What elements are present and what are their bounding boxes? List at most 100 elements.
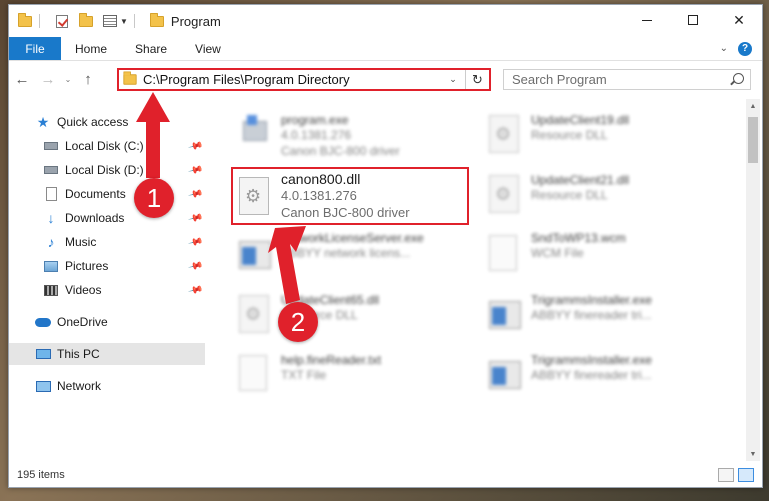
pin-icon[interactable]: 📌 bbox=[187, 234, 203, 250]
up-arrow-icon: ↑ bbox=[84, 70, 92, 88]
address-path: C:\Program Files\Program Directory bbox=[143, 72, 350, 87]
up-button[interactable]: ↑ bbox=[75, 67, 101, 91]
file-list: program.exe 4.0.1381.276 Canon BJC-800 d… bbox=[221, 99, 741, 461]
pictures-icon bbox=[43, 259, 59, 273]
navigation-pane: ★ Quick access Local Disk (C:) 📌 Local D… bbox=[9, 99, 205, 461]
address-bar[interactable]: C:\Program Files\Program Directory ⌄ ↻ bbox=[117, 68, 491, 91]
file-description: Resource DLL bbox=[531, 128, 608, 142]
sidebar-item-this-pc[interactable]: This PC bbox=[9, 343, 205, 365]
quick-access-dropdown-icon[interactable]: ▼ bbox=[120, 17, 128, 26]
generic-file-icon bbox=[489, 235, 521, 275]
file-name: TrigrammsInstaller.exe bbox=[531, 353, 652, 367]
details-view-icon[interactable] bbox=[718, 468, 734, 482]
exe-icon bbox=[489, 295, 521, 335]
sidebar-item-label: Quick access bbox=[57, 115, 129, 129]
dll-gear-icon bbox=[489, 115, 521, 155]
file-name: help.fineReader.txt bbox=[281, 353, 382, 367]
sidebar-item-downloads[interactable]: ↓ Downloads 📌 bbox=[9, 207, 205, 229]
pin-icon[interactable]: 📌 bbox=[187, 162, 203, 178]
sidebar-item-label: Local Disk (D:) bbox=[65, 163, 144, 177]
file-item[interactable]: SndToWP13.wcm WCM File bbox=[481, 227, 721, 281]
pin-icon[interactable]: 📌 bbox=[187, 138, 203, 154]
close-button[interactable]: ✕ bbox=[716, 5, 762, 35]
text-file-icon bbox=[239, 355, 271, 395]
divider bbox=[133, 14, 135, 28]
exe-icon bbox=[489, 355, 521, 395]
drive-icon bbox=[43, 139, 59, 153]
refresh-icon[interactable]: ↻ bbox=[465, 70, 489, 89]
sidebar-item-label: OneDrive bbox=[57, 315, 108, 329]
sidebar-item-local-disk-d[interactable]: Local Disk (D:) 📌 bbox=[9, 159, 205, 181]
forward-arrow-icon: → bbox=[40, 70, 56, 88]
sidebar-item-onedrive[interactable]: OneDrive bbox=[9, 311, 205, 333]
cloud-icon bbox=[35, 315, 51, 329]
vertical-scrollbar[interactable]: ▲ ▼ bbox=[746, 99, 760, 461]
sidebar-item-documents[interactable]: Documents 📌 bbox=[9, 183, 205, 205]
computer-icon bbox=[35, 347, 51, 361]
scroll-down-arrow-icon[interactable]: ▼ bbox=[746, 447, 760, 461]
window-controls: ✕ bbox=[624, 5, 762, 37]
tab-home[interactable]: Home bbox=[61, 37, 121, 60]
window-title: Program bbox=[170, 13, 221, 29]
tiles-view-icon[interactable] bbox=[738, 468, 754, 482]
forward-button[interactable]: → bbox=[35, 67, 61, 91]
search-box[interactable] bbox=[503, 69, 751, 90]
file-description: TXT File bbox=[281, 368, 327, 382]
file-name: SndToWP13.wcm bbox=[531, 231, 626, 245]
tab-share[interactable]: Share bbox=[121, 37, 181, 60]
search-icon[interactable] bbox=[733, 73, 744, 84]
file-version: 4.0.1381.276 bbox=[281, 128, 352, 142]
exe-icon bbox=[239, 235, 271, 275]
maximize-button[interactable] bbox=[670, 5, 716, 35]
maximize-icon bbox=[688, 15, 698, 25]
file-item[interactable]: help.fineReader.txt TXT File bbox=[231, 347, 471, 401]
file-name: TrigrammsInstaller.exe bbox=[531, 293, 652, 307]
sidebar-item-local-disk-c[interactable]: Local Disk (C:) 📌 bbox=[9, 135, 205, 157]
divider bbox=[39, 14, 40, 28]
title-bar: ▼ Program ✕ bbox=[9, 5, 762, 37]
file-name: NetworkLicenseServer.exe bbox=[281, 231, 424, 245]
highlight-frame bbox=[231, 167, 469, 225]
customize-icon[interactable] bbox=[102, 14, 118, 28]
tab-file[interactable]: File bbox=[9, 37, 61, 60]
address-folder-icon bbox=[123, 71, 137, 85]
dll-gear-icon bbox=[489, 175, 521, 215]
pin-icon[interactable]: 📌 bbox=[187, 282, 203, 298]
file-item[interactable]: UpdateClient65.dll Resource DLL bbox=[231, 287, 471, 341]
back-button[interactable]: ← bbox=[9, 67, 35, 91]
file-item[interactable]: TrigrammsInstaller.exe ABBYY finereader … bbox=[481, 347, 721, 401]
pin-icon[interactable]: 📌 bbox=[187, 210, 203, 226]
new-folder-icon[interactable] bbox=[78, 12, 94, 28]
scroll-up-arrow-icon[interactable]: ▲ bbox=[746, 99, 760, 113]
sidebar-item-label: Downloads bbox=[65, 211, 125, 225]
dll-gear-icon bbox=[239, 295, 271, 335]
address-history-dropdown-icon[interactable]: ⌄ bbox=[445, 70, 461, 89]
pin-icon[interactable]: 📌 bbox=[187, 186, 203, 202]
help-icon[interactable]: ? bbox=[738, 41, 752, 56]
file-item[interactable]: NetworkLicenseServer.exe ABBYY network l… bbox=[231, 227, 471, 281]
properties-check-icon[interactable] bbox=[54, 14, 70, 28]
file-item[interactable]: program.exe 4.0.1381.276 Canon BJC-800 d… bbox=[231, 107, 471, 161]
sidebar-item-music[interactable]: ♪ Music 📌 bbox=[9, 231, 205, 253]
pin-icon[interactable]: 📌 bbox=[187, 258, 203, 274]
sidebar-item-pictures[interactable]: Pictures 📌 bbox=[9, 255, 205, 277]
minimize-button[interactable] bbox=[624, 5, 670, 35]
folder-icon[interactable] bbox=[17, 12, 33, 28]
chevron-down-icon: ⌄ bbox=[64, 74, 72, 84]
sidebar-item-videos[interactable]: Videos 📌 bbox=[9, 279, 205, 301]
file-item[interactable]: UpdateClient19.dll Resource DLL bbox=[481, 107, 721, 161]
sidebar-item-quick-access[interactable]: ★ Quick access bbox=[9, 111, 205, 133]
sidebar-item-network[interactable]: Network bbox=[9, 375, 205, 397]
scroll-thumb[interactable] bbox=[748, 117, 758, 163]
file-item[interactable]: TrigrammsInstaller.exe ABBYY finereader … bbox=[481, 287, 721, 341]
minimize-icon bbox=[642, 19, 652, 21]
music-icon: ♪ bbox=[47, 234, 55, 250]
search-input[interactable] bbox=[512, 72, 722, 87]
file-name: UpdateClient21.dll bbox=[531, 173, 630, 187]
sidebar-item-label: Local Disk (C:) bbox=[65, 139, 144, 153]
sidebar-item-label: Pictures bbox=[65, 259, 109, 273]
expand-ribbon-chevron-icon[interactable]: ⌄ bbox=[720, 43, 728, 54]
tab-view[interactable]: View bbox=[181, 37, 235, 60]
file-item[interactable]: UpdateClient21.dll Resource DLL bbox=[481, 167, 721, 221]
recent-locations-button[interactable]: ⌄ bbox=[61, 67, 75, 91]
